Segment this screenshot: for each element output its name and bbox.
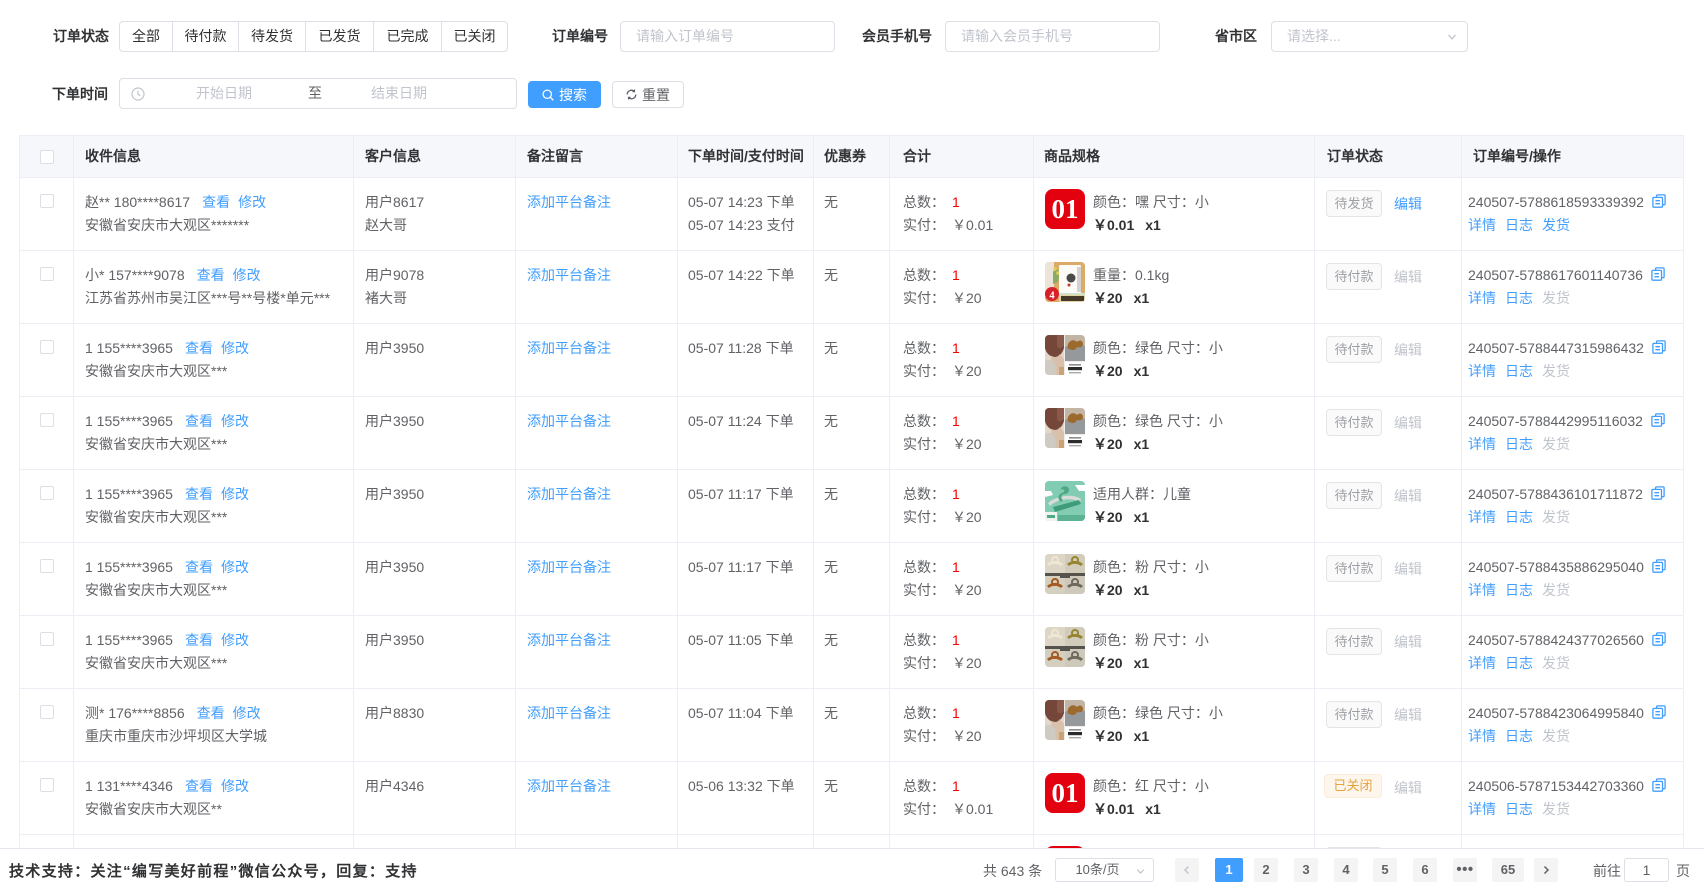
svg-text:4: 4	[1049, 291, 1055, 302]
